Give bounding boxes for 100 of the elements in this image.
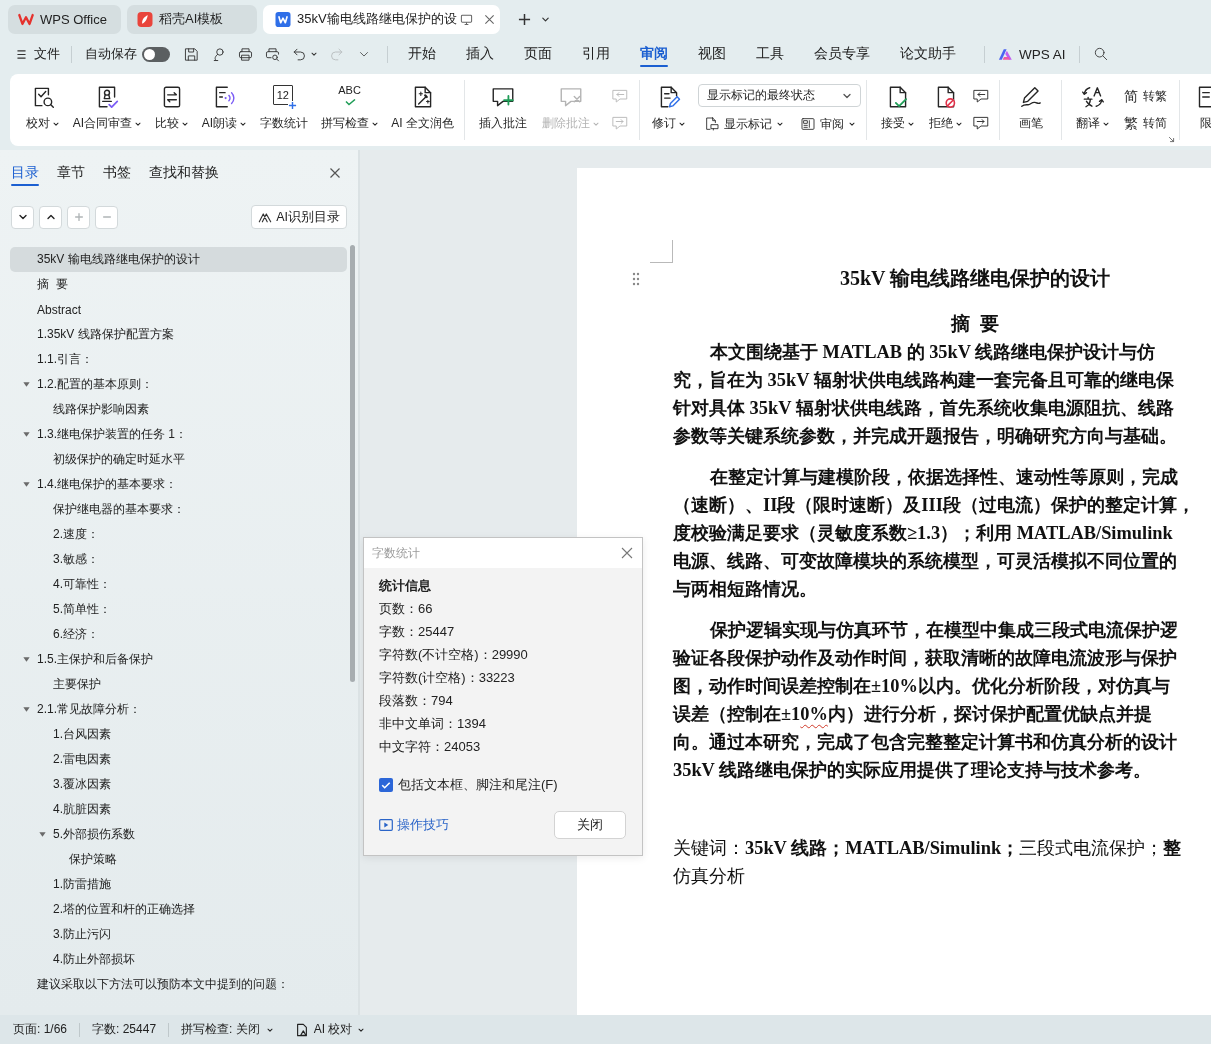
triangle-icon[interactable] <box>22 705 31 714</box>
outline-item[interactable]: 1.1.引言： <box>10 347 347 372</box>
save-icon[interactable] <box>183 45 200 63</box>
contract-review-button[interactable]: AI合同审查 <box>68 84 147 131</box>
accept-button[interactable]: 接受 <box>877 84 919 131</box>
collapse-button[interactable] <box>39 205 62 229</box>
tips-link[interactable]: 操作技巧 <box>379 816 449 834</box>
menu-tab[interactable]: 工具 <box>741 38 799 70</box>
monitor-icon[interactable] <box>459 12 473 26</box>
plus-icon[interactable] <box>518 12 531 26</box>
compare-button[interactable]: 比较 <box>150 84 193 131</box>
window-tab[interactable]: 35kV输电线路继电保护的设 <box>263 4 500 34</box>
close-button[interactable]: 关闭 <box>554 811 626 839</box>
outline-item[interactable]: 保护继电器的基本要求： <box>10 497 347 522</box>
outline-item[interactable]: 保护策略 <box>10 847 347 872</box>
outline-item[interactable]: 1.2.配置的基本原则： <box>10 372 347 397</box>
triangle-icon[interactable] <box>22 655 31 664</box>
pane-tab[interactable]: 章节 <box>57 160 85 186</box>
convert-traditional-button[interactable]: 简 转繁 <box>1124 87 1167 105</box>
autosave-toggle[interactable] <box>142 46 170 62</box>
menu-tab[interactable]: 视图 <box>683 38 741 70</box>
caret-icon[interactable] <box>848 120 856 128</box>
triangle-icon[interactable] <box>22 380 31 389</box>
translate-button[interactable]: 翻译 <box>1072 84 1114 131</box>
outline-item[interactable]: 2.雷电因素 <box>10 747 347 772</box>
convert-simplified-button[interactable]: 繁 转简 <box>1124 114 1167 132</box>
proofread-button[interactable]: 校对 <box>22 84 64 131</box>
outline-item[interactable]: 4.防止外部损坏 <box>10 947 347 972</box>
restrict-button[interactable]: 限 <box>1189 84 1211 131</box>
caret-icon[interactable] <box>310 50 318 58</box>
outline-item[interactable]: 6.经济： <box>10 622 347 647</box>
outline-item[interactable]: 4.肮脏因素 <box>10 797 347 822</box>
menu-tab[interactable]: 插入 <box>451 38 509 70</box>
insert-comment-button[interactable]: 插入批注 <box>475 84 531 131</box>
outline-item[interactable]: 5.外部损伤系数 <box>10 822 347 847</box>
outline-item[interactable]: 3.敏感： <box>10 547 347 572</box>
print-preview-icon[interactable] <box>264 45 281 63</box>
corner-arrow-icon[interactable] <box>1168 136 1175 143</box>
outline-item[interactable]: 2.速度： <box>10 522 347 547</box>
window-tab[interactable]: 稻壳AI模板 <box>127 4 257 34</box>
menu-tab[interactable]: 页面 <box>509 38 567 70</box>
close-icon[interactable] <box>329 167 341 179</box>
spell-check-status-button[interactable]: 拼写检查: 关闭 <box>181 1019 274 1040</box>
outline-item[interactable]: 4.可靠性： <box>10 572 347 597</box>
checkbox[interactable] <box>379 778 393 792</box>
pen-button[interactable]: 画笔 <box>1013 84 1048 131</box>
expand-button[interactable] <box>11 205 34 229</box>
previous-change-icon[interactable] <box>972 87 990 105</box>
menu-tab[interactable]: 会员专享 <box>799 38 885 70</box>
outline-item[interactable]: 线路保护影响因素 <box>10 397 347 422</box>
outline-item[interactable]: 2.1.常见故障分析： <box>10 697 347 722</box>
drag-handle-icon[interactable] <box>632 272 640 286</box>
next-change-icon[interactable] <box>972 114 990 132</box>
print-icon[interactable] <box>237 45 254 63</box>
outline-item[interactable]: 3.防止污闪 <box>10 922 347 947</box>
reject-button[interactable]: 拒绝 <box>924 84 967 131</box>
polish-button[interactable]: AI 全文润色 <box>387 84 458 131</box>
pane-tab[interactable]: 书签 <box>103 160 131 186</box>
menu-tab[interactable]: 审阅 <box>625 38 683 70</box>
file-menu-button[interactable]: 文件 <box>15 42 62 66</box>
outline-item[interactable]: 1.5.主保护和后备保护 <box>10 647 347 672</box>
outline-item[interactable]: 1.3.继电保护装置的任务 1： <box>10 422 347 447</box>
outline-item[interactable]: 1.台风因素 <box>10 722 347 747</box>
word-count-button[interactable]: 12 字数统计 <box>255 84 312 131</box>
spell-check-button[interactable]: ABC 拼写检查 <box>316 84 383 131</box>
outline-item[interactable]: 5.简单性： <box>10 597 347 622</box>
outline-item[interactable]: 摘 要 <box>10 272 347 297</box>
close-icon[interactable] <box>621 547 633 559</box>
show-markup-button[interactable]: 显示标记 <box>704 116 784 132</box>
review-pane-button[interactable]: 审阅 <box>800 116 856 132</box>
menu-tab[interactable]: 论文助手 <box>885 38 971 70</box>
outline-item[interactable]: Abstract <box>10 297 347 322</box>
triangle-icon[interactable] <box>22 430 31 439</box>
outline-item[interactable]: 1.35kV 线路保护配置方案 <box>10 322 347 347</box>
menu-tab[interactable]: 开始 <box>400 38 451 70</box>
outline-item[interactable]: 建议采取以下方法可以预防本文中提到的问题： <box>10 972 347 997</box>
markup-view-select[interactable]: 显示标记的最终状态 <box>698 84 861 107</box>
outline-item[interactable]: 3.覆冰因素 <box>10 772 347 797</box>
outline-item[interactable]: 初级保护的确定时延水平 <box>10 447 347 472</box>
pane-tab[interactable]: 查找和替换 <box>149 160 219 186</box>
pane-tab[interactable]: 目录 <box>11 160 39 186</box>
outline-item[interactable]: 主要保护 <box>10 672 347 697</box>
triangles-icon <box>258 210 273 224</box>
outline-item[interactable]: 35kV 输电线路继电保护的设计 <box>10 247 347 272</box>
wps-ai-button[interactable]: WPS AI <box>998 41 1066 67</box>
read-aloud-button[interactable]: AI朗读 <box>197 84 251 131</box>
outline-item[interactable]: 1.4.继电保护的基本要求： <box>10 472 347 497</box>
close-icon[interactable] <box>483 13 495 25</box>
track-changes-button[interactable]: 修订 <box>648 84 690 131</box>
caret-icon[interactable] <box>776 120 784 128</box>
ai-outline-button[interactable]: AI识别目录 <box>251 205 347 229</box>
search-icon[interactable] <box>1092 46 1109 62</box>
window-tab[interactable]: WPS Office <box>8 4 121 34</box>
ai-proofread-button[interactable]: AI 校对 <box>294 1019 366 1040</box>
triangle-icon[interactable] <box>22 480 31 489</box>
menu-tab[interactable]: 引用 <box>567 38 625 70</box>
outline-item[interactable]: 1.防雷措施 <box>10 872 347 897</box>
scrollbar-thumb[interactable] <box>350 245 355 682</box>
triangle-icon[interactable] <box>38 830 47 839</box>
outline-item[interactable]: 2.塔的位置和杆的正确选择 <box>10 897 347 922</box>
